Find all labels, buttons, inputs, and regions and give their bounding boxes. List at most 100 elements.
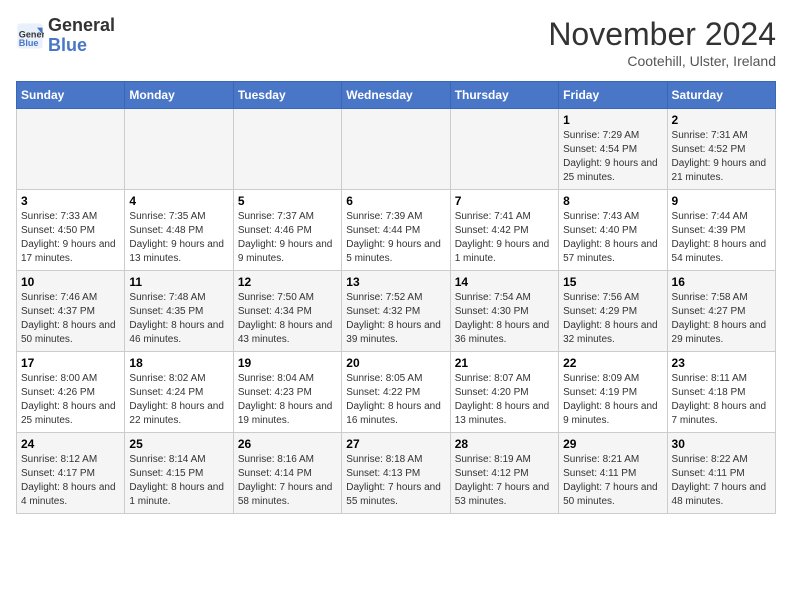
day-number: 2 (672, 113, 771, 127)
calendar-cell: 21 Sunrise: 8:07 AM Sunset: 4:20 PM Dayli… (450, 352, 558, 433)
calendar-cell: 19Sunrise: 8:04 AM Sunset: 4:23 PM Dayli… (233, 352, 341, 433)
calendar-cell: 16Sunrise: 7:58 AM Sunset: 4:27 PM Dayli… (667, 271, 775, 352)
calendar-cell: 17 Sunrise: 8:00 AM Sunset: 4:26 PM Dayli… (17, 352, 125, 433)
calendar-cell (342, 109, 450, 190)
calendar-cell: 25 Sunrise: 8:14 AM Sunset: 4:15 PM Dayli… (125, 433, 233, 514)
calendar-cell: 10Sunrise: 7:46 AM Sunset: 4:37 PM Dayli… (17, 271, 125, 352)
day-number: 7 (455, 194, 554, 208)
calendar-cell: 29 Sunrise: 8:21 AM Sunset: 4:11 PM Dayli… (559, 433, 667, 514)
day-number: 8 (563, 194, 662, 208)
location: Cootehill, Ulster, Ireland (548, 53, 776, 69)
day-number: 17 (21, 356, 120, 370)
calendar-table: SundayMondayTuesdayWednesdayThursdayFrid… (16, 81, 776, 514)
day-info: Sunrise: 8:22 AM Sunset: 4:11 PM Dayligh… (672, 453, 771, 509)
calendar-week-5: 24Sunrise: 8:12 AM Sunset: 4:17 PM Dayli… (17, 433, 776, 514)
day-info: Sunrise: 8:12 AM Sunset: 4:17 PM Dayligh… (21, 453, 120, 509)
day-info: Sunrise: 7:54 AM Sunset: 4:30 PM Dayligh… (455, 291, 554, 347)
calendar-cell: 18Sunrise: 8:02 AM Sunset: 4:24 PM Dayli… (125, 352, 233, 433)
day-info: Sunrise: 8:21 AM Sunset: 4:11 PM Dayligh… (563, 453, 662, 509)
day-info: Sunrise: 7:43 AM Sunset: 4:40 PM Dayligh… (563, 210, 662, 266)
weekday-header-wednesday: Wednesday (342, 82, 450, 109)
day-number: 25 (129, 437, 228, 451)
calendar-week-1: 1Sunrise: 7:29 AM Sunset: 4:54 PM Daylig… (17, 109, 776, 190)
calendar-cell: 23 Sunrise: 8:11 AM Sunset: 4:18 PM Dayli… (667, 352, 775, 433)
page-header: General Blue GeneralBlue November 2024 C… (16, 16, 776, 69)
calendar-cell: 9 Sunrise: 7:44 AM Sunset: 4:39 PM Daylig… (667, 190, 775, 271)
calendar-cell: 14 Sunrise: 7:54 AM Sunset: 4:30 PM Dayli… (450, 271, 558, 352)
day-info: Sunrise: 7:48 AM Sunset: 4:35 PM Dayligh… (129, 291, 228, 347)
day-number: 6 (346, 194, 445, 208)
logo: General Blue GeneralBlue (16, 16, 115, 56)
weekday-header-saturday: Saturday (667, 82, 775, 109)
weekday-header-sunday: Sunday (17, 82, 125, 109)
day-number: 14 (455, 275, 554, 289)
calendar-cell: 13Sunrise: 7:52 AM Sunset: 4:32 PM Dayli… (342, 271, 450, 352)
calendar-cell: 22 Sunrise: 8:09 AM Sunset: 4:19 PM Dayli… (559, 352, 667, 433)
day-info: Sunrise: 8:11 AM Sunset: 4:18 PM Dayligh… (672, 372, 771, 428)
day-number: 3 (21, 194, 120, 208)
day-info: Sunrise: 8:14 AM Sunset: 4:15 PM Dayligh… (129, 453, 228, 509)
day-info: Sunrise: 8:02 AM Sunset: 4:24 PM Dayligh… (129, 372, 228, 428)
title-block: November 2024 Cootehill, Ulster, Ireland (548, 16, 776, 69)
day-number: 26 (238, 437, 337, 451)
day-number: 20 (346, 356, 445, 370)
day-number: 4 (129, 194, 228, 208)
calendar-cell (17, 109, 125, 190)
logo-icon: General Blue (16, 22, 44, 50)
day-number: 5 (238, 194, 337, 208)
calendar-cell: 8 Sunrise: 7:43 AM Sunset: 4:40 PM Daylig… (559, 190, 667, 271)
day-number: 9 (672, 194, 771, 208)
day-info: Sunrise: 8:04 AM Sunset: 4:23 PM Dayligh… (238, 372, 337, 428)
day-info: Sunrise: 7:35 AM Sunset: 4:48 PM Dayligh… (129, 210, 228, 266)
day-number: 1 (563, 113, 662, 127)
day-number: 12 (238, 275, 337, 289)
calendar-cell: 2 Sunrise: 7:31 AM Sunset: 4:52 PM Daylig… (667, 109, 775, 190)
day-info: Sunrise: 7:56 AM Sunset: 4:29 PM Dayligh… (563, 291, 662, 347)
day-info: Sunrise: 7:31 AM Sunset: 4:52 PM Dayligh… (672, 129, 771, 185)
calendar-cell: 5Sunrise: 7:37 AM Sunset: 4:46 PM Daylig… (233, 190, 341, 271)
day-info: Sunrise: 8:18 AM Sunset: 4:13 PM Dayligh… (346, 453, 445, 509)
calendar-week-2: 3 Sunrise: 7:33 AM Sunset: 4:50 PM Daylig… (17, 190, 776, 271)
month-title: November 2024 (548, 16, 776, 53)
weekday-header-row: SundayMondayTuesdayWednesdayThursdayFrid… (17, 82, 776, 109)
calendar-week-4: 17 Sunrise: 8:00 AM Sunset: 4:26 PM Dayli… (17, 352, 776, 433)
day-info: Sunrise: 8:16 AM Sunset: 4:14 PM Dayligh… (238, 453, 337, 509)
day-number: 21 (455, 356, 554, 370)
weekday-header-monday: Monday (125, 82, 233, 109)
day-info: Sunrise: 7:33 AM Sunset: 4:50 PM Dayligh… (21, 210, 120, 266)
weekday-header-friday: Friday (559, 82, 667, 109)
calendar-cell (233, 109, 341, 190)
calendar-cell: 15 Sunrise: 7:56 AM Sunset: 4:29 PM Dayli… (559, 271, 667, 352)
day-number: 23 (672, 356, 771, 370)
day-info: Sunrise: 8:07 AM Sunset: 4:20 PM Dayligh… (455, 372, 554, 428)
calendar-cell: 20 Sunrise: 8:05 AM Sunset: 4:22 PM Dayli… (342, 352, 450, 433)
day-number: 16 (672, 275, 771, 289)
calendar-cell: 11Sunrise: 7:48 AM Sunset: 4:35 PM Dayli… (125, 271, 233, 352)
day-info: Sunrise: 8:09 AM Sunset: 4:19 PM Dayligh… (563, 372, 662, 428)
calendar-cell: 24Sunrise: 8:12 AM Sunset: 4:17 PM Dayli… (17, 433, 125, 514)
day-number: 10 (21, 275, 120, 289)
day-info: Sunrise: 7:39 AM Sunset: 4:44 PM Dayligh… (346, 210, 445, 266)
day-number: 30 (672, 437, 771, 451)
calendar-cell: 1Sunrise: 7:29 AM Sunset: 4:54 PM Daylig… (559, 109, 667, 190)
svg-text:Blue: Blue (19, 38, 39, 48)
calendar-week-3: 10Sunrise: 7:46 AM Sunset: 4:37 PM Dayli… (17, 271, 776, 352)
calendar-cell: 28Sunrise: 8:19 AM Sunset: 4:12 PM Dayli… (450, 433, 558, 514)
day-info: Sunrise: 8:00 AM Sunset: 4:26 PM Dayligh… (21, 372, 120, 428)
day-info: Sunrise: 8:05 AM Sunset: 4:22 PM Dayligh… (346, 372, 445, 428)
calendar-cell: 26 Sunrise: 8:16 AM Sunset: 4:14 PM Dayli… (233, 433, 341, 514)
calendar-cell (450, 109, 558, 190)
calendar-cell: 27 Sunrise: 8:18 AM Sunset: 4:13 PM Dayli… (342, 433, 450, 514)
day-number: 29 (563, 437, 662, 451)
calendar-cell: 6 Sunrise: 7:39 AM Sunset: 4:44 PM Daylig… (342, 190, 450, 271)
weekday-header-tuesday: Tuesday (233, 82, 341, 109)
day-number: 15 (563, 275, 662, 289)
day-info: Sunrise: 7:44 AM Sunset: 4:39 PM Dayligh… (672, 210, 771, 266)
weekday-header-thursday: Thursday (450, 82, 558, 109)
calendar-cell: 4 Sunrise: 7:35 AM Sunset: 4:48 PM Daylig… (125, 190, 233, 271)
day-number: 27 (346, 437, 445, 451)
day-number: 22 (563, 356, 662, 370)
calendar-cell: 30 Sunrise: 8:22 AM Sunset: 4:11 PM Dayli… (667, 433, 775, 514)
calendar-cell: 12Sunrise: 7:50 AM Sunset: 4:34 PM Dayli… (233, 271, 341, 352)
day-info: Sunrise: 7:41 AM Sunset: 4:42 PM Dayligh… (455, 210, 554, 266)
